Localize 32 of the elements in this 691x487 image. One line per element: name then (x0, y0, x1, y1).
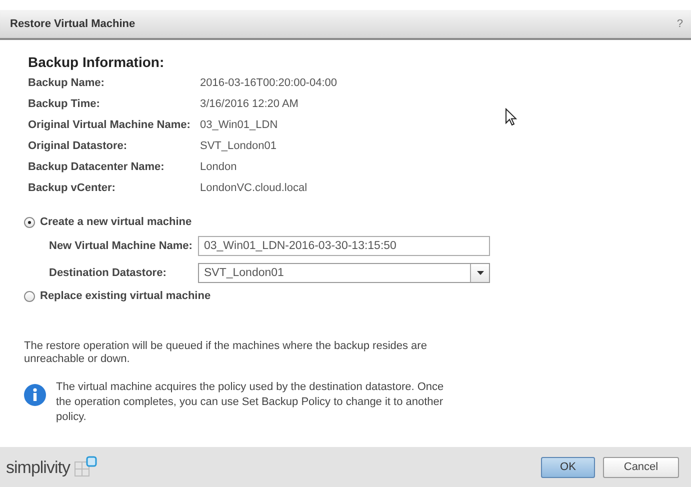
field-value: 2016-03-16T00:20:00-04:00 (200, 76, 337, 91)
mouse-pointer-icon (505, 108, 517, 126)
field-value: 3/16/2016 12:20 AM (200, 97, 300, 112)
info-text: The virtual machine acquires the policy used by the destination datastore. Once the operation completes, you can use Set Backup Policy to change it to another policy. (56, 380, 444, 425)
radio-label[interactable]: Replace existing virtual machine (40, 290, 211, 302)
ok-button[interactable]: OK (541, 456, 595, 478)
datastore-dropdown[interactable]: SVT_London01 (198, 262, 490, 282)
radio-button[interactable] (24, 290, 35, 302)
field-label: Backup vCenter: (28, 181, 116, 196)
field-label: Original Virtual Machine Name: (28, 118, 192, 133)
help-button[interactable]: ? (676, 18, 683, 30)
field-value: LondonVC.cloud.local (200, 181, 308, 196)
logo-text: simplivity (6, 458, 70, 478)
radio-label[interactable]: Create a new virtual machine (40, 216, 192, 228)
field-value: London (200, 160, 238, 175)
field-value: 03_Win01_LDN (200, 118, 279, 133)
field-label: Original Datastore: (28, 139, 128, 154)
field-label: Destination Datastore: (49, 266, 168, 278)
cube-logo-icon (74, 456, 98, 478)
caret-icon (476, 270, 484, 274)
section-heading: Backup Information: (28, 54, 166, 70)
name-input-field[interactable]: 03_Win01_LDN-2016-03-30-13:15:50 (198, 236, 490, 256)
cancel-button[interactable]: Cancel (603, 456, 679, 478)
info-icon (24, 384, 46, 406)
field-label: Backup Time: (28, 97, 101, 112)
field-label: New Virtual Machine Name: (49, 240, 194, 252)
field-label: Backup Name: (28, 76, 106, 91)
field-label: Backup Datacenter Name: (28, 160, 166, 175)
note-text: The restore operation will be queued if the machines where the backup resides are unreachable or down. (24, 340, 428, 366)
field-value: SVT_London01 (200, 139, 278, 154)
radio-button[interactable] (24, 216, 35, 228)
window-title: Restore Virtual Machine (10, 18, 136, 30)
